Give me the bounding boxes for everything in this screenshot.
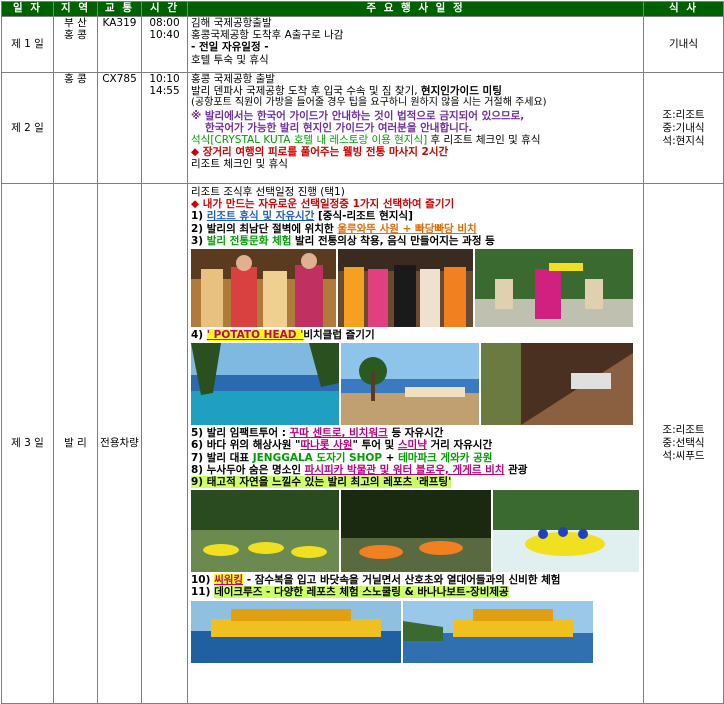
rafting-photo-1 [191,490,339,573]
rafting-photo-3 [493,490,639,573]
day3-item2-link: 울루와뚜 사원 + 빠당빠당 비치 [337,222,477,235]
header-row: 일 자 지 역 교 통 시 간 주 요 행 사 일 정 식 사 [1,1,724,17]
day3-item8-link: 파시피카 박물관 및 워터 블로우, 게게르 비치 [304,463,505,476]
day3-label: 제 3 일 [1,183,54,704]
photo-row-beachclub [191,343,640,426]
day1-region-2: 홍 콩 [64,29,87,42]
day3-transport: 전용차량 [97,183,142,704]
day3-times [141,183,188,704]
header-day: 일 자 [1,1,54,17]
day3-meal-breakfast: 조:리조트 [662,424,705,436]
day1-line: 홍콩국제공항 도착후 A출구로 나감 [191,29,344,42]
day3-item10-link: 씨워킹 [214,574,244,587]
day1-meal: 기내식 [643,16,724,73]
day2-transport: CX785 [97,72,142,184]
photo-row-cruise [191,600,640,663]
day1-schedule: 김해 국제공항출발 홍콩국제공항 도착후 A출구로 나감 - 전일 자유일정 -… [187,16,644,73]
day3-item4-link: ' POTATO HEAD ' [206,329,304,342]
day2-meal-breakfast: 조:리조트 [662,108,705,121]
beachclub-photo-1 [191,343,339,426]
day3-intro: 리조트 조식후 선택일정 진행 (택1) [191,186,345,198]
day3-item6-link: 따나롯 사원 [300,439,353,452]
day3-item: 4) ' POTATO HEAD '비치클럽 즐기기 [191,329,375,342]
day2-row: 제 2 일 홍 콩 CX785 10:10 14:55 홍콩 국제공항 출발 발… [1,72,724,184]
day2-line-text: 후 리조트 체크인 및 휴식 [427,134,541,147]
day3-item9: 9) 태고적 자연을 느낄수 있는 발리 최고의 레포츠 '래프팅' [191,476,452,489]
day3-region: 발 리 [53,183,98,704]
day3-item7-link: JENGGALA 도자기 SHOP [252,451,383,464]
day3-schedule: 리조트 조식후 선택일정 진행 (택1) ◆ 내가 만드는 자유로운 선택일정중… [187,183,644,704]
day2-line-text: 발리 덴파사 국제공항 도착 후 입국 수속 및 짐 찾기, [191,85,421,98]
day1-time-2: 10:40 [149,29,180,42]
header-time: 시 간 [141,1,188,17]
day2-line: 리조트 체크인 및 휴식 [191,158,288,171]
day2-time-1: 10:10 [149,73,180,85]
day3-item: 8) 누사두아 숨은 명소인 파시피카 박물관 및 워터 블로우, 게게르 비치… [191,463,528,476]
day2-line: (공항포트 직원이 가방을 들어줄 경우 팁을 요구하니 원하지 않을 시는 거… [191,97,547,109]
day3-row: 제 3 일 발 리 전용차량 리조트 조식후 선택일정 진행 (택1) ◆ 내가… [1,183,724,704]
day2-dinner: 석식[CRYSTAL KUTA 호텔 내 레스토랑 이용 현지식] [191,134,428,147]
day1-region-1: 부 산 [64,17,87,29]
day2-line: 발리 덴파사 국제공항 도착 후 입국 수속 및 짐 찾기, 현지인가이드 미팅 [191,85,640,97]
day3-item: 11) 데이크루즈 - 다양한 레포츠 체험 스노쿨링 & 바나나보트-장비제공 [191,586,509,599]
culture-photo-1 [191,249,336,328]
itinerary-table: 일 자 지 역 교 통 시 간 주 요 행 사 일 정 식 사 제 1 일 부 … [1,1,724,704]
day1-times: 08:00 10:40 [141,16,188,73]
day3-item1-link: 리조트 휴식 및 자유시간 [206,210,315,223]
day3-item: 2) 발리의 최남단 절벽에 위치한 울루와뚜 사원 + 빠당빠당 비치 [191,222,477,235]
day2-line: 홍콩 국제공항 출발 [191,73,275,85]
day2-schedule: 홍콩 국제공항 출발 발리 덴파사 국제공항 도착 후 입국 수속 및 짐 찾기… [187,72,644,184]
day3-item11-link: 데이크루즈 - 다양한 레포츠 체험 스노쿨링 & 바나나보트-장비제공 [214,586,509,599]
day2-notice: 한국어가 가능한 발리 현지인 가이드가 여러분을 안내합니다. [205,121,473,134]
header-meal: 식 사 [643,1,724,17]
day1-row: 제 1 일 부 산 홍 콩 KA319 08:00 10:40 김해 국제공항출… [1,16,724,73]
rafting-photo-2 [341,490,491,573]
header-transport: 교 통 [97,1,142,17]
cruise-photo-1 [191,600,401,663]
day3-item: 10) 씨워킹 - 잠수복을 입고 바닷속을 거닐면서 산호초와 열대어들과의 … [191,574,561,587]
day3-item: 5) 발리 임팩트투어 : 꾸따 센트로, 비치워크 등 자유시간 [191,427,444,440]
day1-transport: KA319 [97,16,142,73]
day3-item3-link: 발리 전통문화 체험 [206,234,292,247]
day1-region: 부 산 홍 콩 [53,16,98,73]
day3-meal-dinner: 석:씨푸드 [662,450,705,462]
culture-photo-3 [475,249,633,328]
day3-meal: 조:리조트 중:선택식 석:씨푸드 [643,183,724,704]
day3-item5-link: 꾸따 센트로, 비치워크 [289,427,388,440]
day1-label: 제 1 일 [1,16,54,73]
day2-line: 석식[CRYSTAL KUTA 호텔 내 레스토랑 이용 현지식] 후 리조트 … [191,134,640,146]
day3-item: 7) 발리 대표 JENGGALA 도자기 SHOP + 테마파크 게와카 공원 [191,451,493,464]
day1-line: 김해 국제공항출발 [191,17,272,29]
day2-guide-meeting: 현지인가이드 미팅 [420,85,502,98]
day1-line: - 전일 자유일정 - [191,41,269,54]
day3-item: 6) 바다 위의 해상사원 "따나롯 사원" 투어 및 스미냑 거리 자유시간 [191,439,493,452]
day2-times: 10:10 14:55 [141,72,188,184]
photo-row-culture [191,249,640,328]
day2-meal: 조:리조트 중:기내식 석:현지식 [643,72,724,184]
photo-row-rafting [191,490,640,573]
cruise-photo-2 [403,600,593,663]
day2-label: 제 2 일 [1,72,54,184]
header-region: 지 역 [53,1,98,17]
culture-photo-2 [338,249,473,328]
day3-item6-link2: 스미냑 [397,439,427,452]
day2-meal-lunch: 중:기내식 [662,121,705,134]
day3-item: 3) 발리 전통문화 체험 발리 전통의상 착용, 음식 만들어지는 과정 등 [191,234,495,247]
day2-time-2: 14:55 [149,85,180,98]
day3-choose: ◆ 내가 만드는 자유로운 선택일정중 1가지 선택하여 즐기기 [191,198,455,211]
beachclub-photo-3 [481,343,633,426]
day1-time-1: 08:00 [149,17,180,29]
day1-line: 호텔 투숙 및 휴식 [191,53,269,66]
day2-region: 홍 콩 [53,72,98,184]
day3-item7-link2: 테마파크 게와카 공원 [398,451,493,464]
day2-massage: ◆ 장거리 여행의 피로를 풀어주는 웰빙 전통 마사지 2시간 [191,146,449,159]
day2-meal-dinner: 석:현지식 [662,134,705,147]
day3-item: 1) 리조트 휴식 및 자유시간 [중식-리조트 현지식] [191,210,413,223]
header-schedule: 주 요 행 사 일 정 [187,1,644,17]
day3-meal-lunch: 중:선택식 [662,437,705,449]
day2-notice: ※ 발리에서는 한국어 가이드가 안내하는 것이 법적으로 금지되어 있으므로, [191,109,525,122]
beachclub-photo-2 [341,343,479,426]
